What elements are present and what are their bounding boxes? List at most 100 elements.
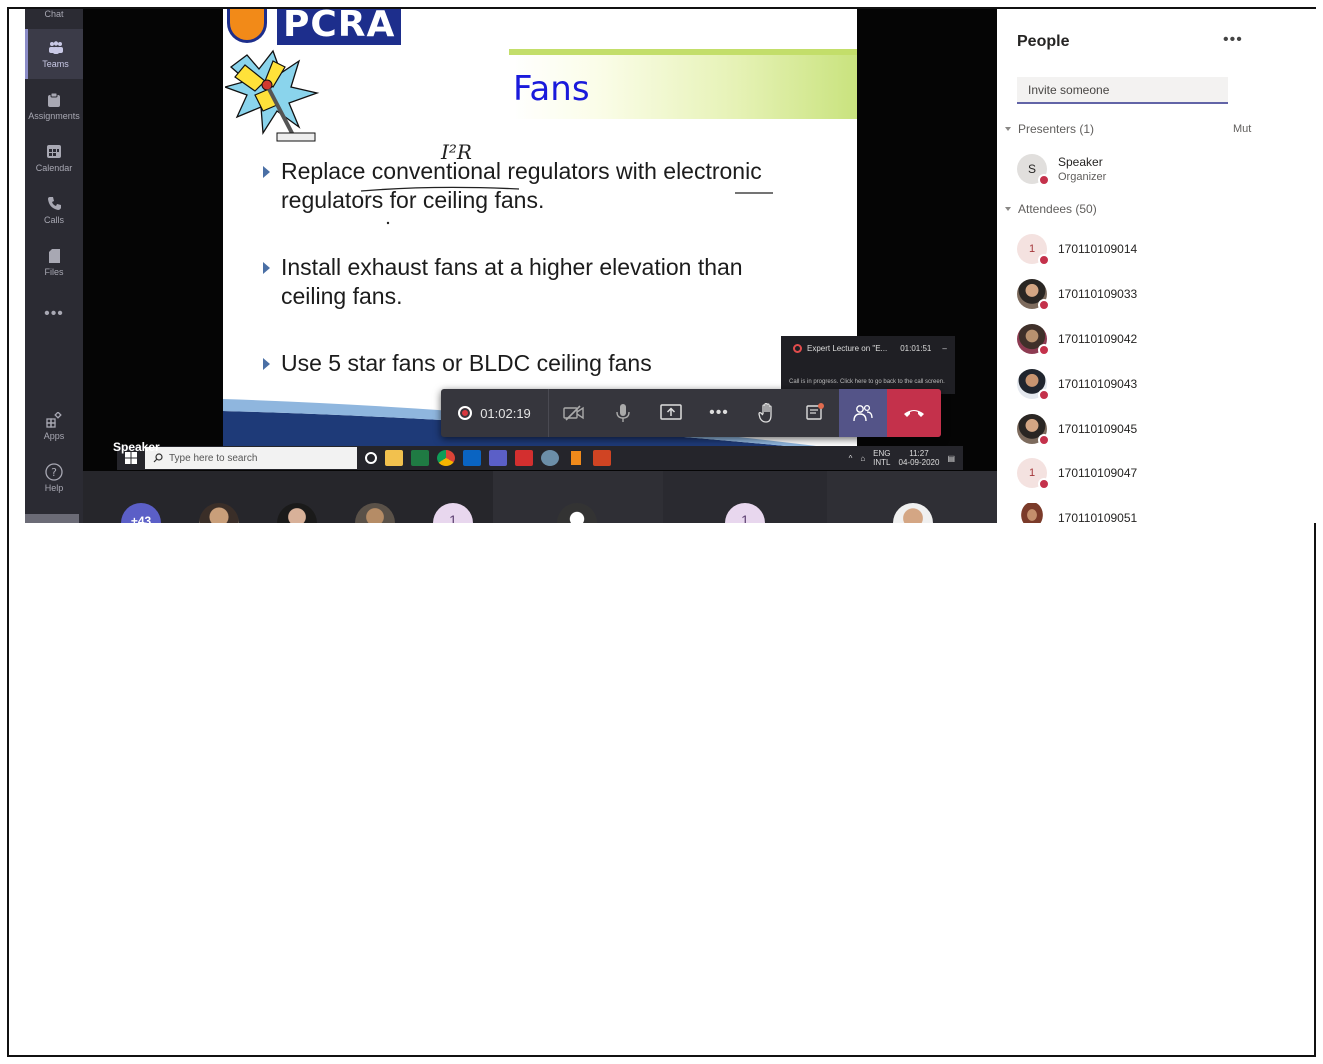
attendee-name: 170110109043: [1058, 376, 1138, 391]
chrome-icon[interactable]: [437, 450, 455, 466]
invite-someone-input[interactable]: Invite someone: [1017, 77, 1228, 104]
tray-chevron-icon[interactable]: ^: [849, 454, 853, 463]
recording-indicator-icon: [458, 406, 473, 420]
rail-item-chat[interactable]: Chat: [25, 9, 83, 21]
slide-title: Fans: [513, 69, 590, 109]
attendee-row[interactable]: 170110109042: [1017, 321, 1307, 357]
mini-window-header: Expert Lecture on "E... 01:01:51 –: [793, 344, 947, 353]
rail-label-calendar: Calendar: [35, 162, 73, 173]
attendee-name: 170110109014: [1058, 241, 1138, 256]
vlc-icon[interactable]: [567, 450, 585, 466]
participant-video-tile[interactable]: [493, 471, 663, 523]
attendee-name: 170110109033: [1058, 286, 1138, 301]
tray-date: 04-09-2020: [898, 458, 940, 467]
raise-hand-button[interactable]: [743, 389, 791, 437]
participant-video-tile[interactable]: [827, 471, 997, 523]
people-more-options-button[interactable]: •••: [1223, 31, 1243, 49]
files-icon: [45, 248, 63, 264]
avatar-initial: 1: [1028, 243, 1036, 255]
paint-icon[interactable]: [541, 450, 559, 466]
rail-item-assignments[interactable]: Assignments: [25, 81, 83, 131]
show-conversation-button[interactable]: [791, 389, 839, 437]
attendee-row[interactable]: 1 170110109047: [1017, 455, 1307, 491]
presence-status-icon: [1038, 174, 1050, 186]
lang-bottom: INTL: [873, 458, 891, 467]
participant-avatar[interactable]: [199, 503, 239, 523]
participants-icon: [853, 404, 873, 422]
attendees-section-toggle[interactable]: Attendees (50): [1005, 202, 1097, 216]
mini-window-hint: Call is in progress. Click here to go ba…: [789, 379, 945, 385]
rail-item-files[interactable]: Files: [25, 237, 83, 287]
raise-hand-icon: [758, 403, 772, 423]
participant-initial-avatar: 1: [725, 503, 765, 523]
svg-text:?: ?: [51, 466, 57, 479]
attendee-row[interactable]: 170110109045: [1017, 411, 1307, 447]
app-rail: Chat Teams Assignments Calendar Calls Fi…: [25, 9, 83, 523]
chat-icon: [806, 403, 824, 420]
rail-label-chat: Chat: [44, 9, 64, 19]
shared-windows-taskbar: Type here to search ^ ⌂ ENG INTL 11:27 0…: [117, 446, 963, 470]
presenter-name: Speaker: [1058, 154, 1103, 169]
attendee-row[interactable]: 1 170110109014: [1017, 231, 1307, 267]
teams-app-icon[interactable]: [489, 450, 507, 466]
rail-item-apps[interactable]: Apps: [25, 401, 83, 451]
presence-status-icon: [1038, 299, 1050, 311]
tray-language[interactable]: ENG INTL: [873, 449, 890, 467]
attendee-row[interactable]: 170110109033: [1017, 276, 1307, 312]
presenters-section-toggle[interactable]: Presenters (1): [1005, 122, 1094, 136]
notification-icon[interactable]: ▤: [947, 454, 955, 463]
call-mini-window[interactable]: Expert Lecture on "E... 01:01:51 – Call …: [781, 336, 955, 394]
avatar: 1: [1017, 458, 1050, 490]
rail-item-teams[interactable]: Teams: [25, 29, 83, 79]
participant-avatar[interactable]: [277, 503, 317, 523]
share-screen-icon: [660, 404, 682, 420]
rail-item-help[interactable]: ? Help: [25, 453, 83, 503]
mute-all-button[interactable]: Mut: [1233, 123, 1251, 135]
minimize-icon[interactable]: –: [942, 344, 946, 353]
file-explorer-icon[interactable]: [385, 450, 403, 466]
outlook-icon[interactable]: [463, 450, 481, 466]
rail-scroll-handle[interactable]: [25, 514, 79, 523]
hang-up-button[interactable]: [887, 389, 941, 437]
share-screen-button[interactable]: [647, 389, 695, 437]
presenter-info: Speaker Organizer: [1058, 155, 1106, 184]
show-participants-button[interactable]: [839, 389, 887, 437]
bullet-marker: [263, 262, 270, 274]
network-icon[interactable]: ⌂: [860, 454, 865, 463]
slide-bullet-2: Install exhaust fans at a higher elevati…: [263, 253, 803, 311]
calls-icon: [45, 196, 63, 212]
participant-avatar: [893, 503, 933, 523]
avatar: [1017, 414, 1050, 446]
microphone-icon: [616, 404, 630, 422]
presence-status-icon: [1038, 389, 1050, 401]
participant-avatar[interactable]: [355, 503, 395, 523]
participant-initial-avatar[interactable]: 1: [433, 503, 473, 523]
attendee-name: 170110109042: [1058, 331, 1138, 346]
participant-video-tile[interactable]: 1: [663, 471, 827, 523]
microphone-button[interactable]: [599, 389, 647, 437]
powerpoint-icon[interactable]: [593, 450, 611, 466]
camera-off-button[interactable]: [549, 389, 599, 437]
taskbar-search-box[interactable]: Type here to search: [145, 447, 357, 469]
tray-clock[interactable]: 11:27 04-09-2020: [899, 449, 940, 467]
rail-item-calendar[interactable]: Calendar: [25, 133, 83, 183]
ceiling-fan-clipart: [225, 49, 320, 142]
presenter-row[interactable]: S Speaker Organizer: [1017, 151, 1307, 187]
overflow-participants-badge[interactable]: +43: [121, 503, 161, 523]
help-icon: ?: [45, 462, 63, 481]
attendee-row[interactable]: 170110109043: [1017, 366, 1307, 402]
more-actions-button[interactable]: •••: [695, 389, 743, 437]
cortana-icon[interactable]: [365, 452, 377, 464]
excel-icon[interactable]: [411, 450, 429, 466]
system-tray: ^ ⌂ ENG INTL 11:27 04-09-2020 ▤: [849, 446, 955, 470]
rail-item-calls[interactable]: Calls: [25, 185, 83, 235]
avatar-initial: 1: [1028, 467, 1036, 479]
calendar-icon: [45, 144, 63, 160]
speaker-name-tag: Speaker: [113, 440, 160, 454]
rail-more-button[interactable]: •••: [25, 305, 83, 323]
avatar-initial: S: [1027, 162, 1036, 176]
attendee-row[interactable]: 170110109051: [1017, 500, 1307, 523]
acrobat-icon[interactable]: [515, 450, 533, 466]
participant-avatar: [557, 503, 597, 523]
chevron-down-icon: [1005, 127, 1011, 131]
